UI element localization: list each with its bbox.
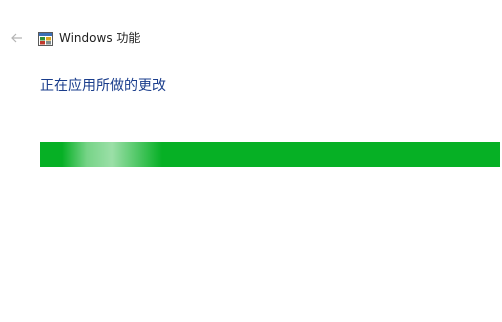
status-heading: 正在应用所做的更改 bbox=[40, 78, 166, 94]
windows-features-window: Windows 功能 正在应用所做的更改 bbox=[0, 0, 502, 322]
progress-bar bbox=[40, 142, 500, 167]
windows-features-icon bbox=[38, 31, 53, 46]
arrow-left-icon bbox=[11, 33, 22, 43]
back-button[interactable] bbox=[9, 29, 25, 47]
window-title: Windows 功能 bbox=[59, 31, 141, 45]
progress-shine bbox=[62, 142, 162, 167]
title-bar: Windows 功能 bbox=[0, 28, 502, 50]
